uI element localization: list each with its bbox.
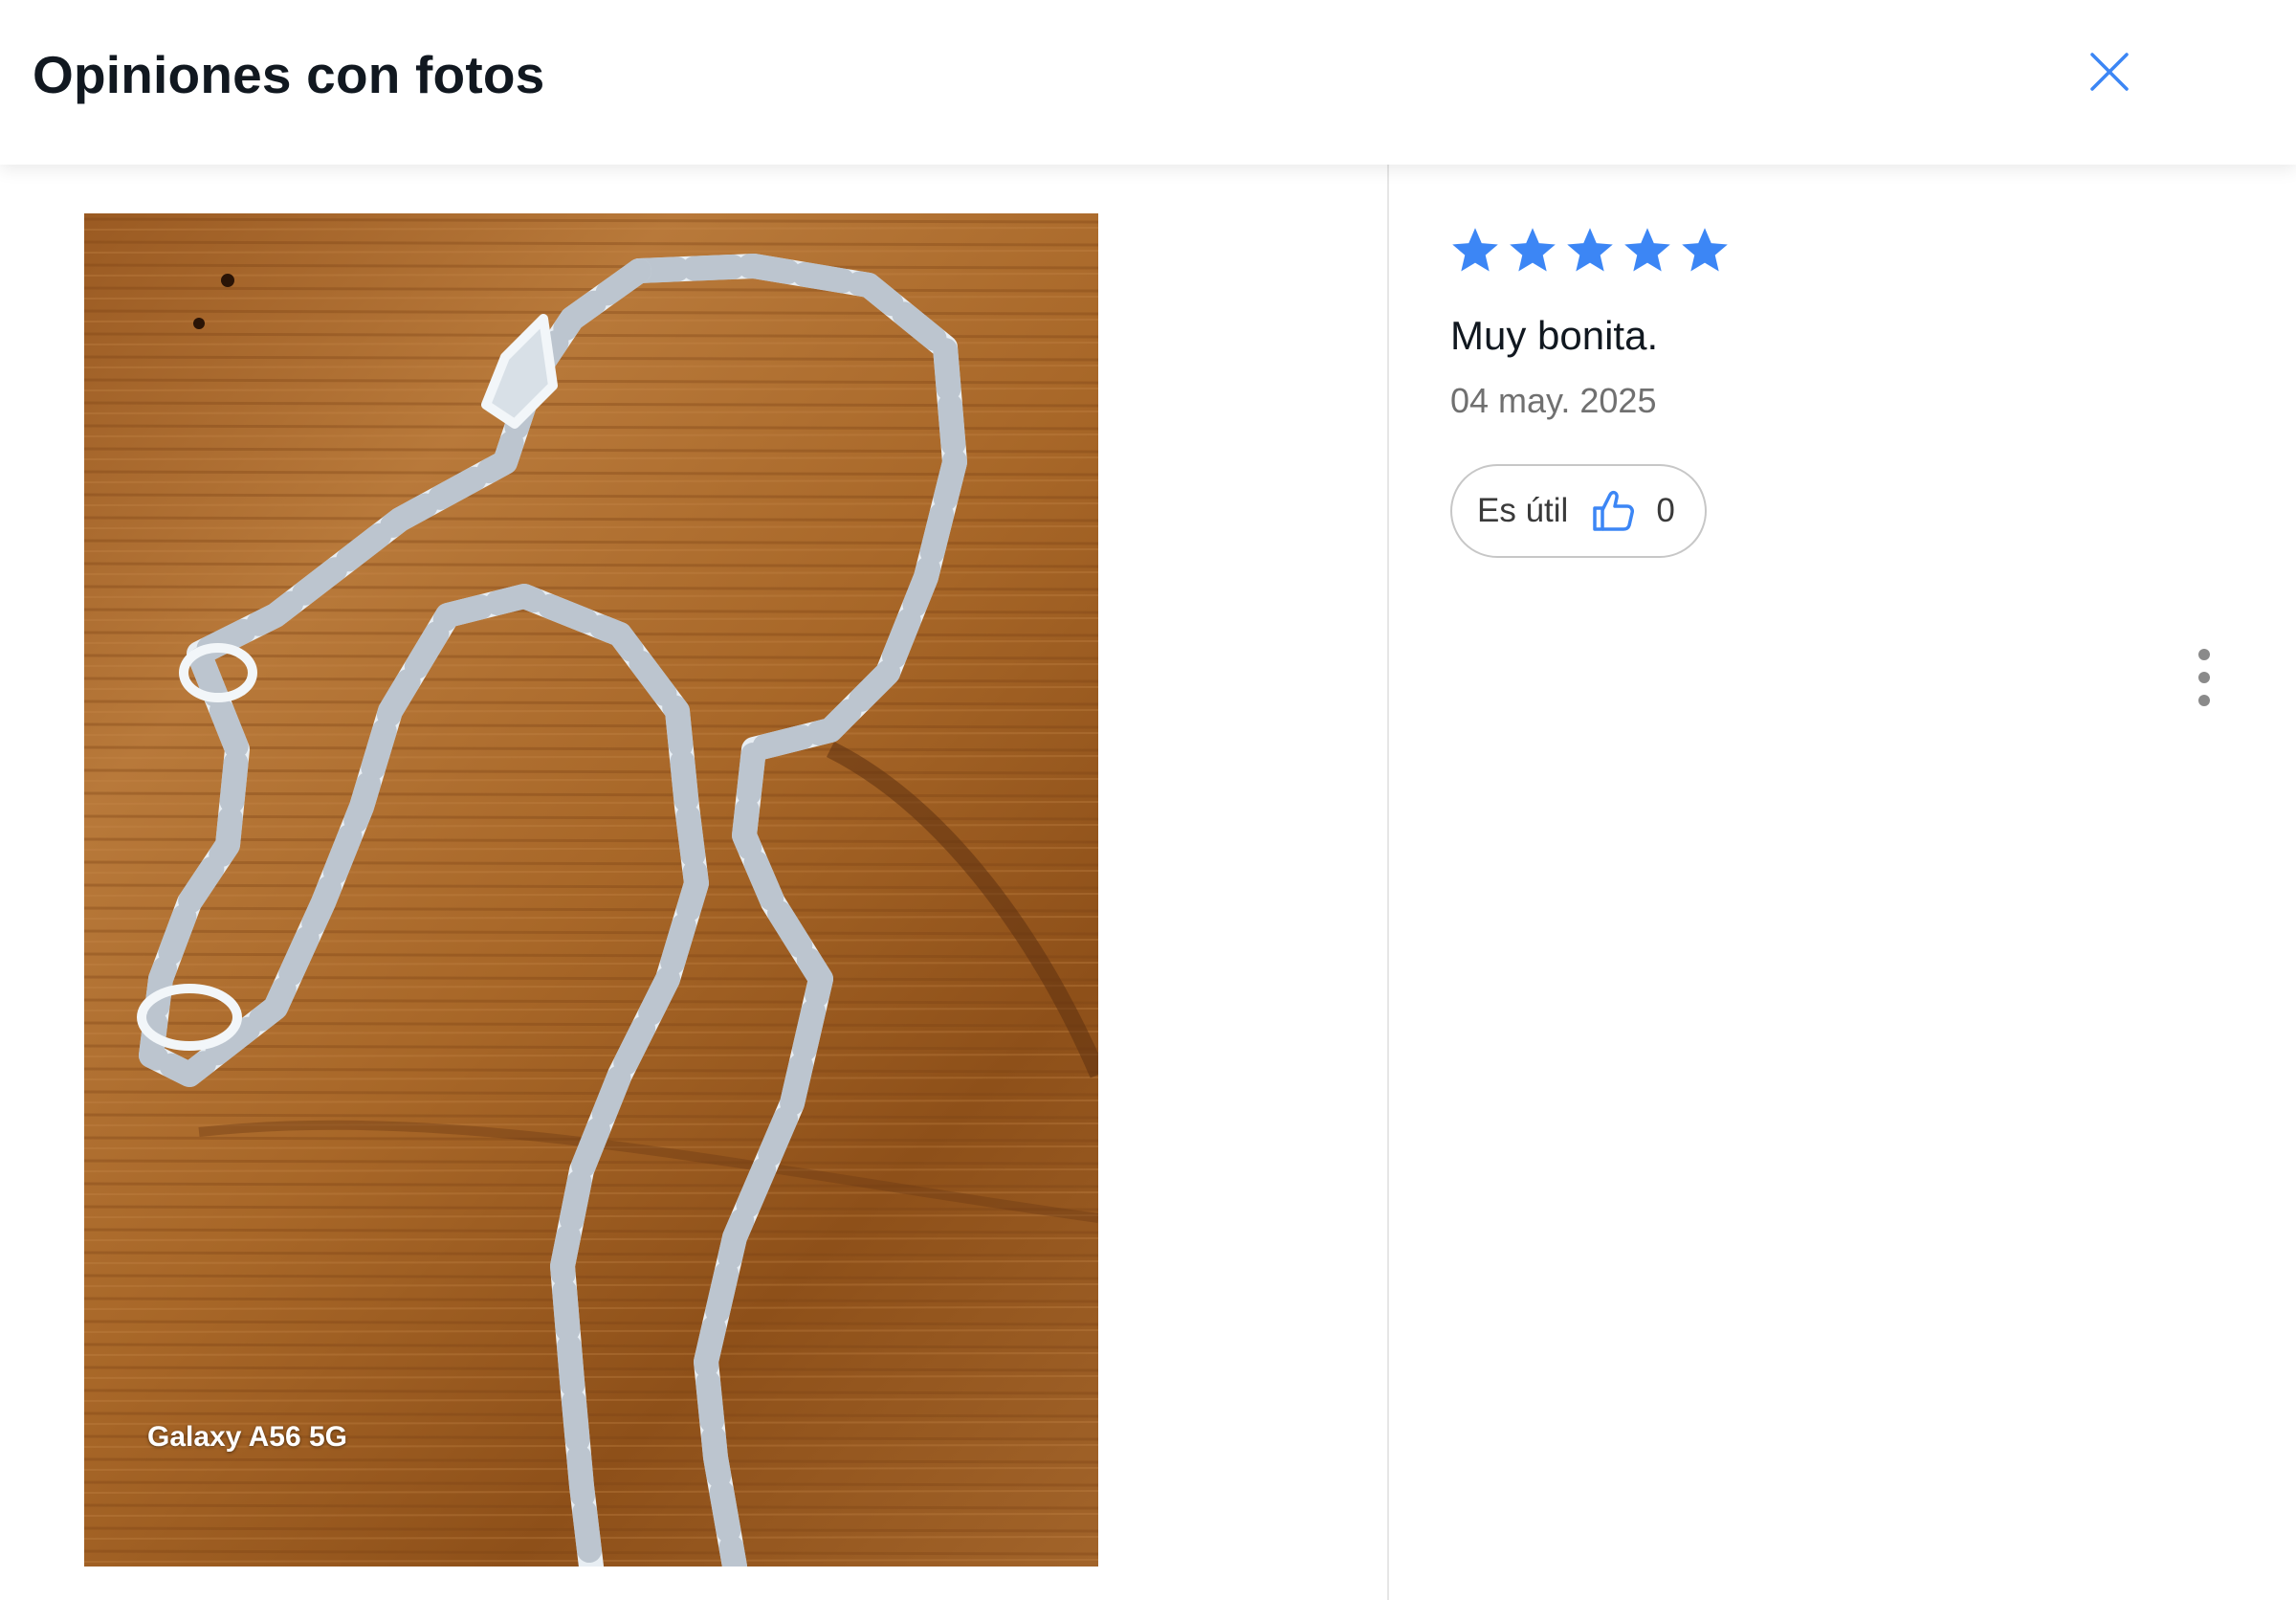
close-button[interactable] [2086,48,2133,96]
star-icon [1452,228,1498,272]
photo-watermark: Galaxy A56 5G [147,1421,348,1453]
thumbs-up-icon [1593,490,1635,531]
helpful-count: 0 [1656,492,1675,529]
modal-title: Opiniones con fotos [33,45,545,104]
star-icon [1624,228,1670,272]
photo-reviews-modal: Opiniones con fotos Galaxy A56 5G Muy bo… [0,0,2296,1600]
star-rating [1448,224,1732,278]
helpful-label: Es útil [1477,492,1569,529]
more-vertical-icon-dot [2198,649,2210,660]
helpful-button[interactable]: Es útil 0 [1450,464,1707,558]
star-icon [1682,228,1728,272]
silver-chain-image [84,213,1098,1567]
modal-header: Opiniones con fotos [0,0,2296,165]
review-photo[interactable]: Galaxy A56 5G [84,213,1098,1567]
vertical-divider [1387,165,1389,1600]
review-title: Muy bonita. [1450,313,1659,358]
close-icon [2090,53,2129,91]
modal-content: Galaxy A56 5G Muy bonita. 04 may. 2025 E… [0,165,2296,1600]
star-icon [1567,228,1613,272]
more-vertical-icon-dot [2198,695,2210,706]
review-date: 04 may. 2025 [1450,381,1657,420]
more-options-button[interactable] [2193,649,2216,706]
more-vertical-icon-dot [2198,672,2210,683]
star-icon [1510,228,1556,272]
